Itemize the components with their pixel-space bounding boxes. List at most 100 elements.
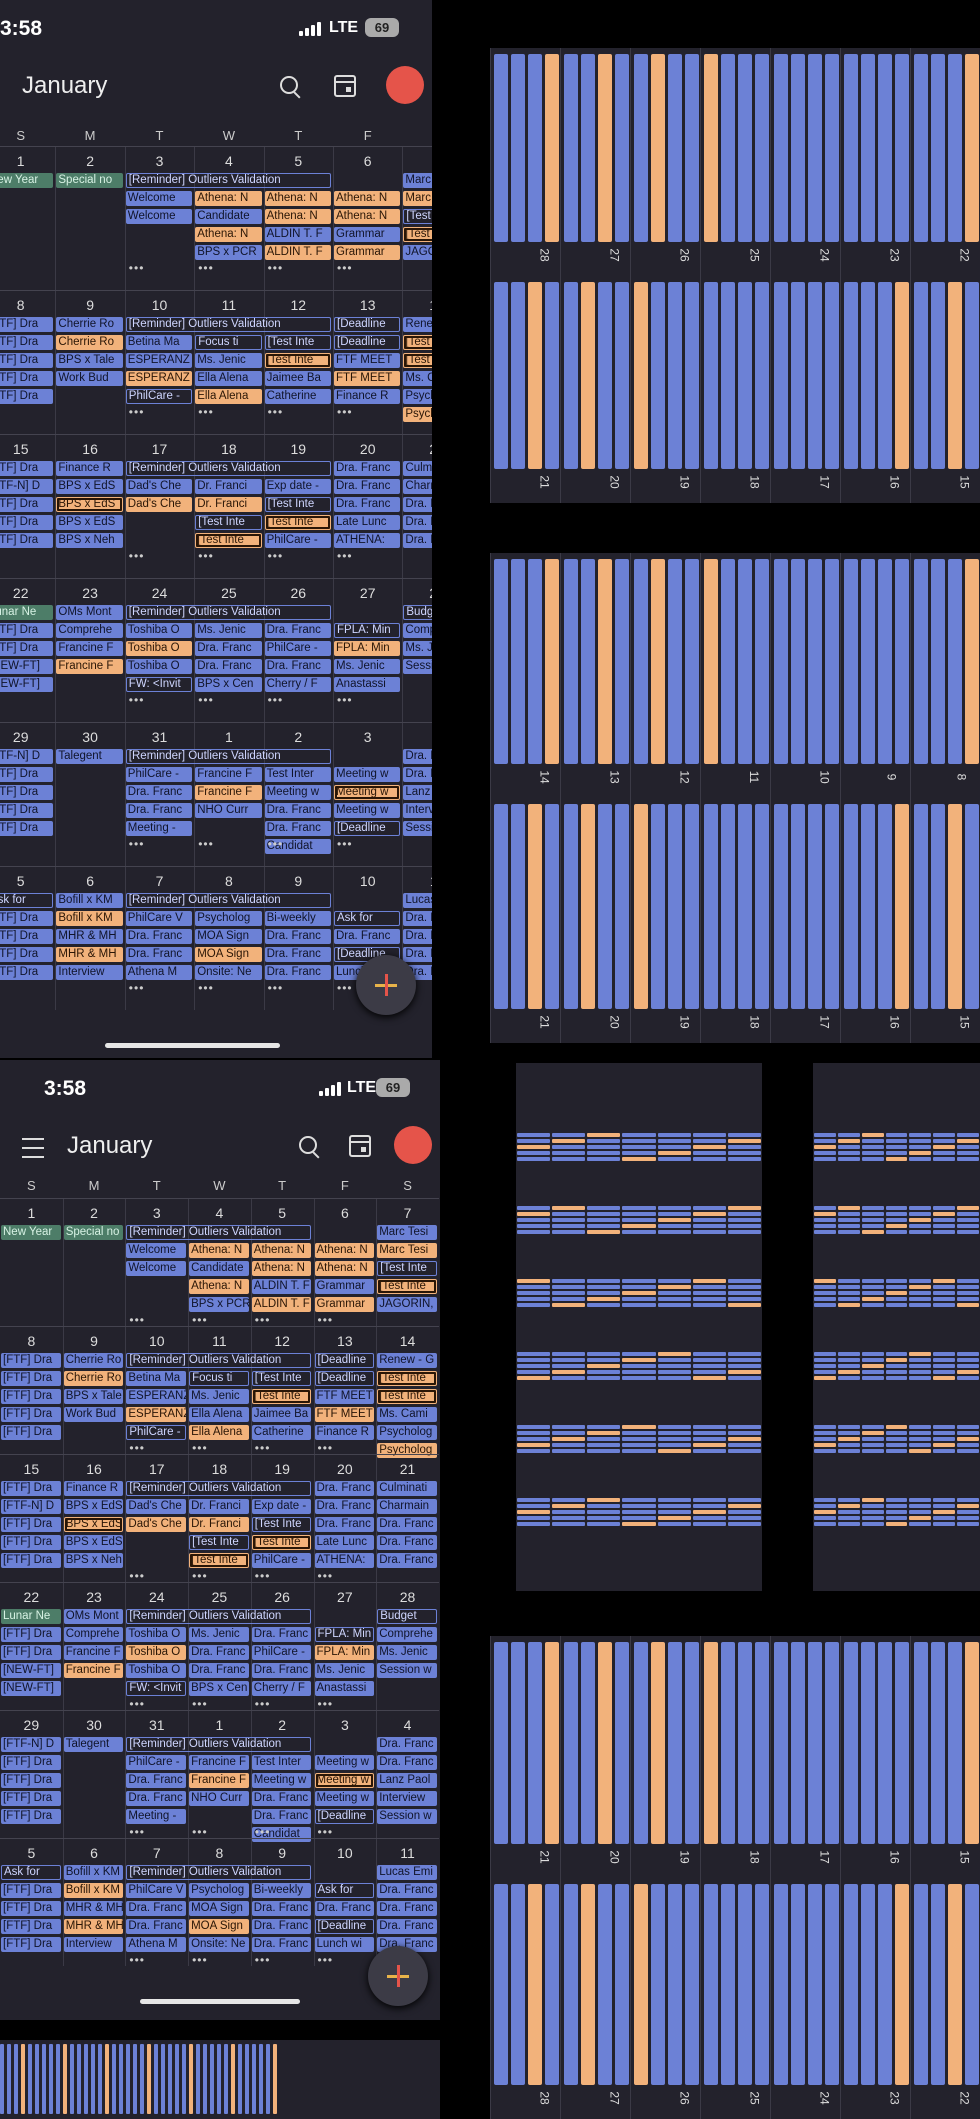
create-event-button[interactable]: [368, 1946, 428, 2006]
more-events-indicator[interactable]: •••: [268, 837, 284, 851]
day-number[interactable]: 6: [333, 153, 402, 169]
calendar-event[interactable]: ESPERANZ: [126, 1407, 187, 1422]
calendar-event[interactable]: [Test Inte: [195, 533, 262, 548]
calendar-event[interactable]: Francine F: [195, 785, 262, 800]
calendar-event[interactable]: [FTF] Dra: [0, 533, 54, 548]
calendar-event[interactable]: Athena: N: [264, 209, 331, 224]
calendar-event[interactable]: Candidate: [189, 1261, 249, 1276]
day-number[interactable]: 24: [125, 1589, 188, 1605]
calendar-event[interactable]: [FTF] Dra: [1, 1425, 61, 1440]
day-number[interactable]: 10: [125, 297, 194, 313]
calendar-event[interactable]: [FTF] Dra: [1, 1553, 61, 1568]
calendar-event[interactable]: [Reminder] Outliers Validation: [126, 1225, 312, 1240]
calendar-event[interactable]: Toshiba O: [125, 641, 193, 656]
day-number[interactable]: 11: [194, 297, 263, 313]
calendar-event[interactable]: Grammar: [334, 227, 401, 242]
calendar-event[interactable]: [NEW-FT]: [1, 1681, 61, 1696]
calendar-event[interactable]: MOA Sign: [189, 1919, 249, 1934]
day-number[interactable]: 7: [125, 1845, 188, 1861]
more-events-indicator[interactable]: •••: [198, 261, 214, 275]
day-number[interactable]: 7: [376, 1205, 439, 1221]
more-events-indicator[interactable]: •••: [337, 549, 353, 563]
calendar-event[interactable]: Dra. Franc: [251, 1663, 312, 1678]
day-number[interactable]: 31: [125, 1717, 188, 1733]
calendar-event[interactable]: [FTF] Dra: [0, 785, 54, 800]
calendar-event[interactable]: Toshiba O: [125, 623, 193, 638]
calendar-event[interactable]: [FTF] Dra: [0, 497, 54, 512]
calendar-event[interactable]: Grammar: [314, 1297, 375, 1312]
calendar-event[interactable]: [FTF] Dra: [0, 371, 54, 386]
day-number[interactable]: 6: [63, 1845, 126, 1861]
calendar-event[interactable]: Ask for: [1, 1865, 61, 1880]
calendar-event[interactable]: Ms. Jenic: [189, 1389, 249, 1404]
calendar-event[interactable]: Ms. Jenic: [403, 641, 432, 656]
calendar-event[interactable]: Athena M: [126, 1937, 187, 1952]
calendar-event[interactable]: [FTF] Dra: [0, 911, 54, 926]
calendar-event[interactable]: Athena: N: [334, 191, 401, 206]
calendar-event[interactable]: Marc Tesi: [377, 1243, 437, 1258]
day-number[interactable]: 8: [194, 873, 263, 889]
day-number[interactable]: 4: [402, 729, 432, 745]
calendar-event[interactable]: Dr. Franci: [189, 1499, 249, 1514]
more-events-indicator[interactable]: •••: [129, 1569, 145, 1583]
more-events-indicator[interactable]: •••: [198, 981, 214, 995]
calendar-event[interactable]: Candidate: [195, 209, 262, 224]
calendar-event[interactable]: Dra. Franc: [264, 659, 331, 674]
search-icon[interactable]: [280, 76, 298, 94]
day-number[interactable]: 9: [63, 1333, 126, 1349]
calendar-event[interactable]: Francine F: [63, 1663, 124, 1678]
calendar-event[interactable]: Onsite: Ne: [189, 1937, 249, 1952]
more-events-indicator[interactable]: •••: [129, 405, 145, 419]
calendar-event[interactable]: Marc Tesi: [403, 191, 432, 206]
day-number[interactable]: 4: [188, 1205, 251, 1221]
calendar-event[interactable]: Toshiba O: [126, 1627, 187, 1642]
day-number[interactable]: 25: [188, 1589, 251, 1605]
day-number[interactable]: 23: [63, 1589, 126, 1605]
calendar-event[interactable]: Lunar Ne: [0, 605, 54, 620]
calendar-event[interactable]: [FTF] Dra: [1, 1407, 61, 1422]
calendar-event[interactable]: Ms. Cami: [377, 1407, 437, 1422]
calendar-event[interactable]: [FTF] Dra: [1, 1773, 61, 1788]
calendar-event[interactable]: Comprehe: [63, 1627, 124, 1642]
calendar-event[interactable]: [Reminder] Outliers Validation: [125, 893, 331, 908]
more-events-indicator[interactable]: •••: [129, 549, 145, 563]
calendar-event[interactable]: Ella Alena: [189, 1407, 249, 1422]
day-number[interactable]: 22: [0, 1589, 63, 1605]
calendar-event[interactable]: [FTF] Dra: [1, 1389, 61, 1404]
calendar-event[interactable]: Dra. Franc: [264, 965, 331, 980]
calendar-event[interactable]: PhilCare -: [125, 389, 193, 404]
calendar-event[interactable]: PhilCare -: [126, 1425, 187, 1440]
calendar-event[interactable]: Dra. Franc: [125, 785, 193, 800]
calendar-event[interactable]: Comprehe: [56, 623, 123, 638]
calendar-event[interactable]: Ella Alena: [189, 1425, 249, 1440]
calendar-event[interactable]: BPS x EdS: [56, 479, 123, 494]
calendar-event[interactable]: Marc Tesi: [403, 173, 432, 188]
more-events-indicator[interactable]: •••: [192, 1441, 208, 1455]
calendar-event[interactable]: BPS x EdS: [56, 515, 123, 530]
more-events-indicator[interactable]: •••: [337, 693, 353, 707]
more-events-indicator[interactable]: •••: [129, 1953, 145, 1967]
calendar-event[interactable]: Dr. Franci: [195, 497, 262, 512]
day-number[interactable]: 3: [314, 1717, 377, 1733]
calendar-event[interactable]: [Deadline: [314, 1371, 375, 1386]
calendar-event[interactable]: Francine F: [189, 1773, 249, 1788]
day-number[interactable]: 10: [333, 873, 402, 889]
calendar-event[interactable]: Bi-weekly: [251, 1883, 312, 1898]
calendar-event[interactable]: Ms. Jenic: [334, 659, 401, 674]
more-events-indicator[interactable]: •••: [255, 1697, 271, 1711]
calendar-event[interactable]: Finance R: [314, 1425, 375, 1440]
calendar-event[interactable]: [Reminder] Outliers Validation: [126, 1609, 312, 1624]
calendar-event[interactable]: Ms. Cami: [403, 371, 432, 386]
calendar-event[interactable]: [FTF-N] D: [0, 479, 54, 494]
calendar-event[interactable]: BPS x Cen: [189, 1681, 249, 1696]
calendar-event[interactable]: [FTF] Dra: [0, 461, 54, 476]
calendar-icon[interactable]: [349, 1135, 371, 1157]
calendar-event[interactable]: Dra. Franc: [251, 1791, 312, 1806]
day-number[interactable]: 6: [55, 873, 124, 889]
calendar-event[interactable]: Toshiba O: [125, 659, 193, 674]
calendar-event[interactable]: [Deadline: [334, 317, 401, 332]
calendar-event[interactable]: [FTF] Dra: [0, 821, 54, 836]
calendar-event[interactable]: [Test Inte: [264, 335, 331, 350]
calendar-event[interactable]: [FTF-N] D: [1, 1737, 61, 1752]
calendar-event[interactable]: Dra. Franc: [126, 1773, 187, 1788]
